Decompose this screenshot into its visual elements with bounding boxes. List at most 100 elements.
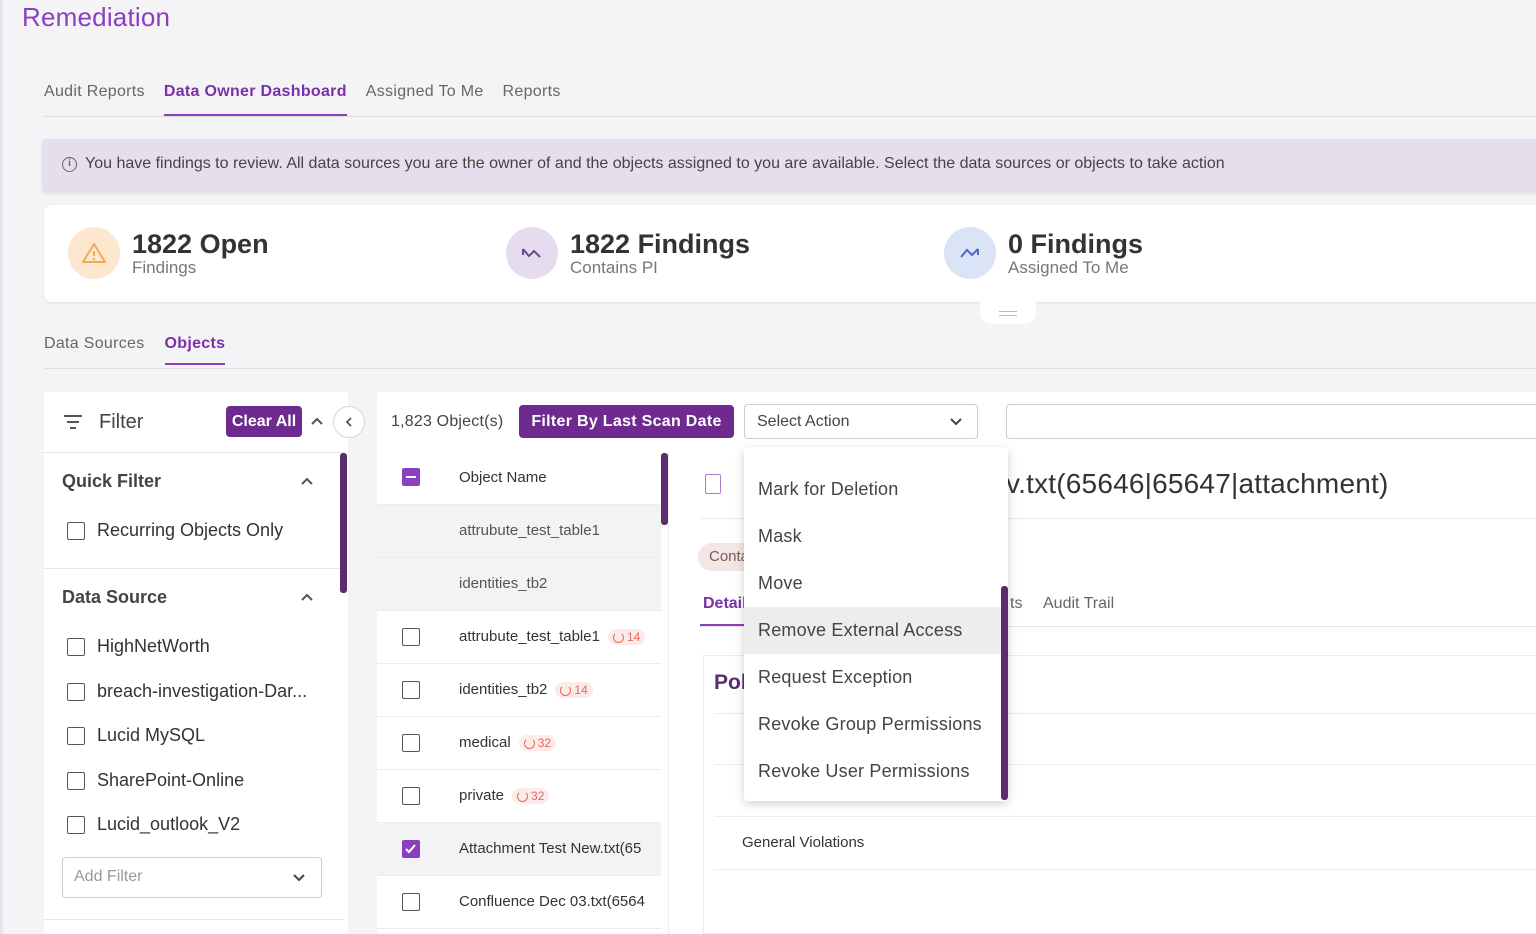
list-item[interactable]: Confluence Dec 03.txt(6564 — [377, 876, 661, 929]
tab-objects[interactable]: Objects — [164, 335, 226, 365]
tab-partial[interactable]: ts — [1010, 595, 1022, 613]
menu-item-revoke-group-permissions[interactable]: Revoke Group Permissions — [744, 701, 1001, 748]
clear-all-button[interactable]: Clear All — [226, 406, 302, 437]
object-name: medical — [459, 734, 511, 751]
chevron-left-icon — [345, 417, 352, 427]
kpi-assigned-value: 0 Findings — [1008, 229, 1143, 259]
policy-divider — [714, 816, 1536, 817]
row-checkbox[interactable] — [402, 787, 420, 805]
datasource-checkbox[interactable] — [67, 772, 85, 790]
list-item[interactable]: identities_tb2 14 — [377, 664, 661, 717]
datasource-checkbox[interactable] — [67, 727, 85, 745]
datasource-checkbox[interactable] — [67, 683, 85, 701]
list-header: Object Name — [377, 452, 661, 505]
list-item-selected[interactable]: Attachment Test New.txt(65 — [377, 823, 661, 876]
datasource-checkbox[interactable] — [67, 816, 85, 834]
menu-item-move[interactable]: Move — [744, 560, 1001, 607]
object-name-cell: private 32 — [459, 787, 550, 805]
list-item[interactable]: identities_tb2 — [377, 558, 661, 611]
row-checkbox[interactable] — [402, 893, 420, 911]
tab-audit-trail[interactable]: Audit Trail — [1043, 595, 1114, 613]
row-checkbox[interactable] — [402, 681, 420, 699]
tab-assigned-to-me[interactable]: Assigned To Me — [366, 82, 484, 116]
chevron-down-icon — [292, 871, 306, 890]
tab-reports[interactable]: Reports — [503, 82, 561, 116]
left-edge — [0, 0, 3, 934]
datasource-label: breach-investigation-Dar... — [97, 681, 308, 701]
filter-by-scan-date-button[interactable]: Filter By Last Scan Date — [519, 405, 734, 438]
findings-badge: 14 — [607, 629, 646, 646]
menu-item-remove-external-access[interactable]: Remove External Access — [744, 607, 1001, 654]
findings-count: 14 — [574, 683, 588, 698]
list-item[interactable]: attrubute_test_table1 14 — [377, 611, 661, 664]
kpi-open-findings-value: 1822 Open — [132, 229, 269, 259]
datasource-checkbox[interactable] — [67, 638, 85, 656]
page-title: Remediation — [22, 2, 171, 32]
kpi-contains-pi-value: 1822 Findings — [570, 229, 751, 259]
search-input[interactable] — [1006, 404, 1536, 439]
list-scrollbar[interactable] — [661, 453, 668, 525]
recurring-objects-checkbox[interactable] — [67, 522, 85, 540]
add-filter-placeholder: Add Filter — [74, 868, 143, 885]
datasource-label: HighNetWorth — [97, 636, 210, 656]
main-tabs: Audit Reports Data Owner Dashboard Assig… — [44, 82, 580, 116]
row-checkbox[interactable] — [402, 734, 420, 752]
row-checkbox-checked[interactable] — [402, 840, 420, 858]
findings-icon — [517, 790, 529, 802]
select-action-menu: ‾‾‾‾‾‾‾‾‾ Mark for Deletion Mask Move Re… — [744, 447, 1008, 801]
findings-icon — [560, 684, 572, 696]
datasource-label: Lucid_outlook_V2 — [97, 814, 241, 834]
object-name: identities_tb2 — [459, 575, 548, 592]
list-item[interactable]: private 32 — [377, 770, 661, 823]
row-checkbox[interactable] — [402, 628, 420, 646]
list-divider — [668, 452, 669, 934]
datasource-label: SharePoint-Online — [97, 770, 245, 790]
tab-data-owner-dashboard[interactable]: Data Owner Dashboard — [163, 82, 347, 116]
tab-audit-reports[interactable]: Audit Reports — [44, 82, 145, 116]
findings-count: 32 — [537, 736, 552, 751]
banner-text: You have findings to review. All data so… — [85, 155, 1225, 172]
object-name: Confluence Dec 03.txt(6564 — [459, 893, 645, 910]
findings-count: 14 — [626, 630, 641, 645]
filter-scrollbar[interactable] — [340, 453, 347, 593]
select-action-label: Select Action — [757, 413, 850, 430]
policy-divider — [714, 869, 1536, 870]
list-item[interactable]: attrubute_test_table1 — [377, 505, 661, 558]
object-name: attrubute_test_table1 — [459, 628, 600, 645]
menu-item-mark-for-deletion[interactable]: Mark for Deletion — [744, 466, 1001, 513]
policy-title: Pol — [714, 671, 747, 694]
tabs-divider — [44, 116, 1536, 117]
sub-tabs: Data Sources Objects — [44, 335, 245, 365]
menu-item-mask[interactable]: Mask — [744, 513, 1001, 560]
collapse-panel-button[interactable] — [333, 406, 365, 438]
filter-icon — [64, 415, 82, 429]
filter-divider — [44, 568, 344, 569]
kpi-contains-pi-label: Contains PI — [570, 258, 658, 277]
menu-item-revoke-user-permissions[interactable]: Revoke User Permissions — [744, 748, 1001, 795]
column-object-name[interactable]: Object Name — [459, 469, 547, 486]
chevron-down-icon — [949, 415, 963, 434]
select-all-checkbox[interactable] — [402, 468, 420, 486]
warning-icon — [68, 227, 120, 279]
findings-count: 32 — [531, 789, 545, 804]
menu-item-request-exception[interactable]: Request Exception — [744, 654, 1001, 701]
menu-scrollbar[interactable] — [1001, 586, 1008, 800]
datasource-label: Lucid MySQL — [97, 725, 206, 745]
list-item[interactable]: medical 32 — [377, 717, 661, 770]
findings-badge: 14 — [555, 682, 593, 699]
findings-badge: 32 — [512, 788, 550, 805]
filter-divider — [44, 452, 344, 453]
chevron-up-icon[interactable] — [300, 590, 314, 609]
file-icon — [705, 474, 721, 494]
chevron-up-icon[interactable] — [300, 474, 314, 493]
info-icon: i — [62, 157, 77, 172]
object-count: 1,823 Object(s) — [391, 413, 504, 430]
findings-badge: 32 — [518, 735, 557, 752]
object-name-cell: attrubute_test_table1 14 — [459, 628, 646, 646]
chevron-up-icon[interactable] — [310, 414, 324, 433]
menu-item-cut-off: ‾‾‾‾‾‾‾‾‾ — [758, 447, 812, 457]
tab-data-sources[interactable]: Data Sources — [44, 335, 145, 365]
quick-filter-title: Quick Filter — [62, 471, 162, 491]
object-name: identities_tb2 — [459, 681, 548, 698]
tab-details[interactable]: Detail — [703, 595, 747, 613]
